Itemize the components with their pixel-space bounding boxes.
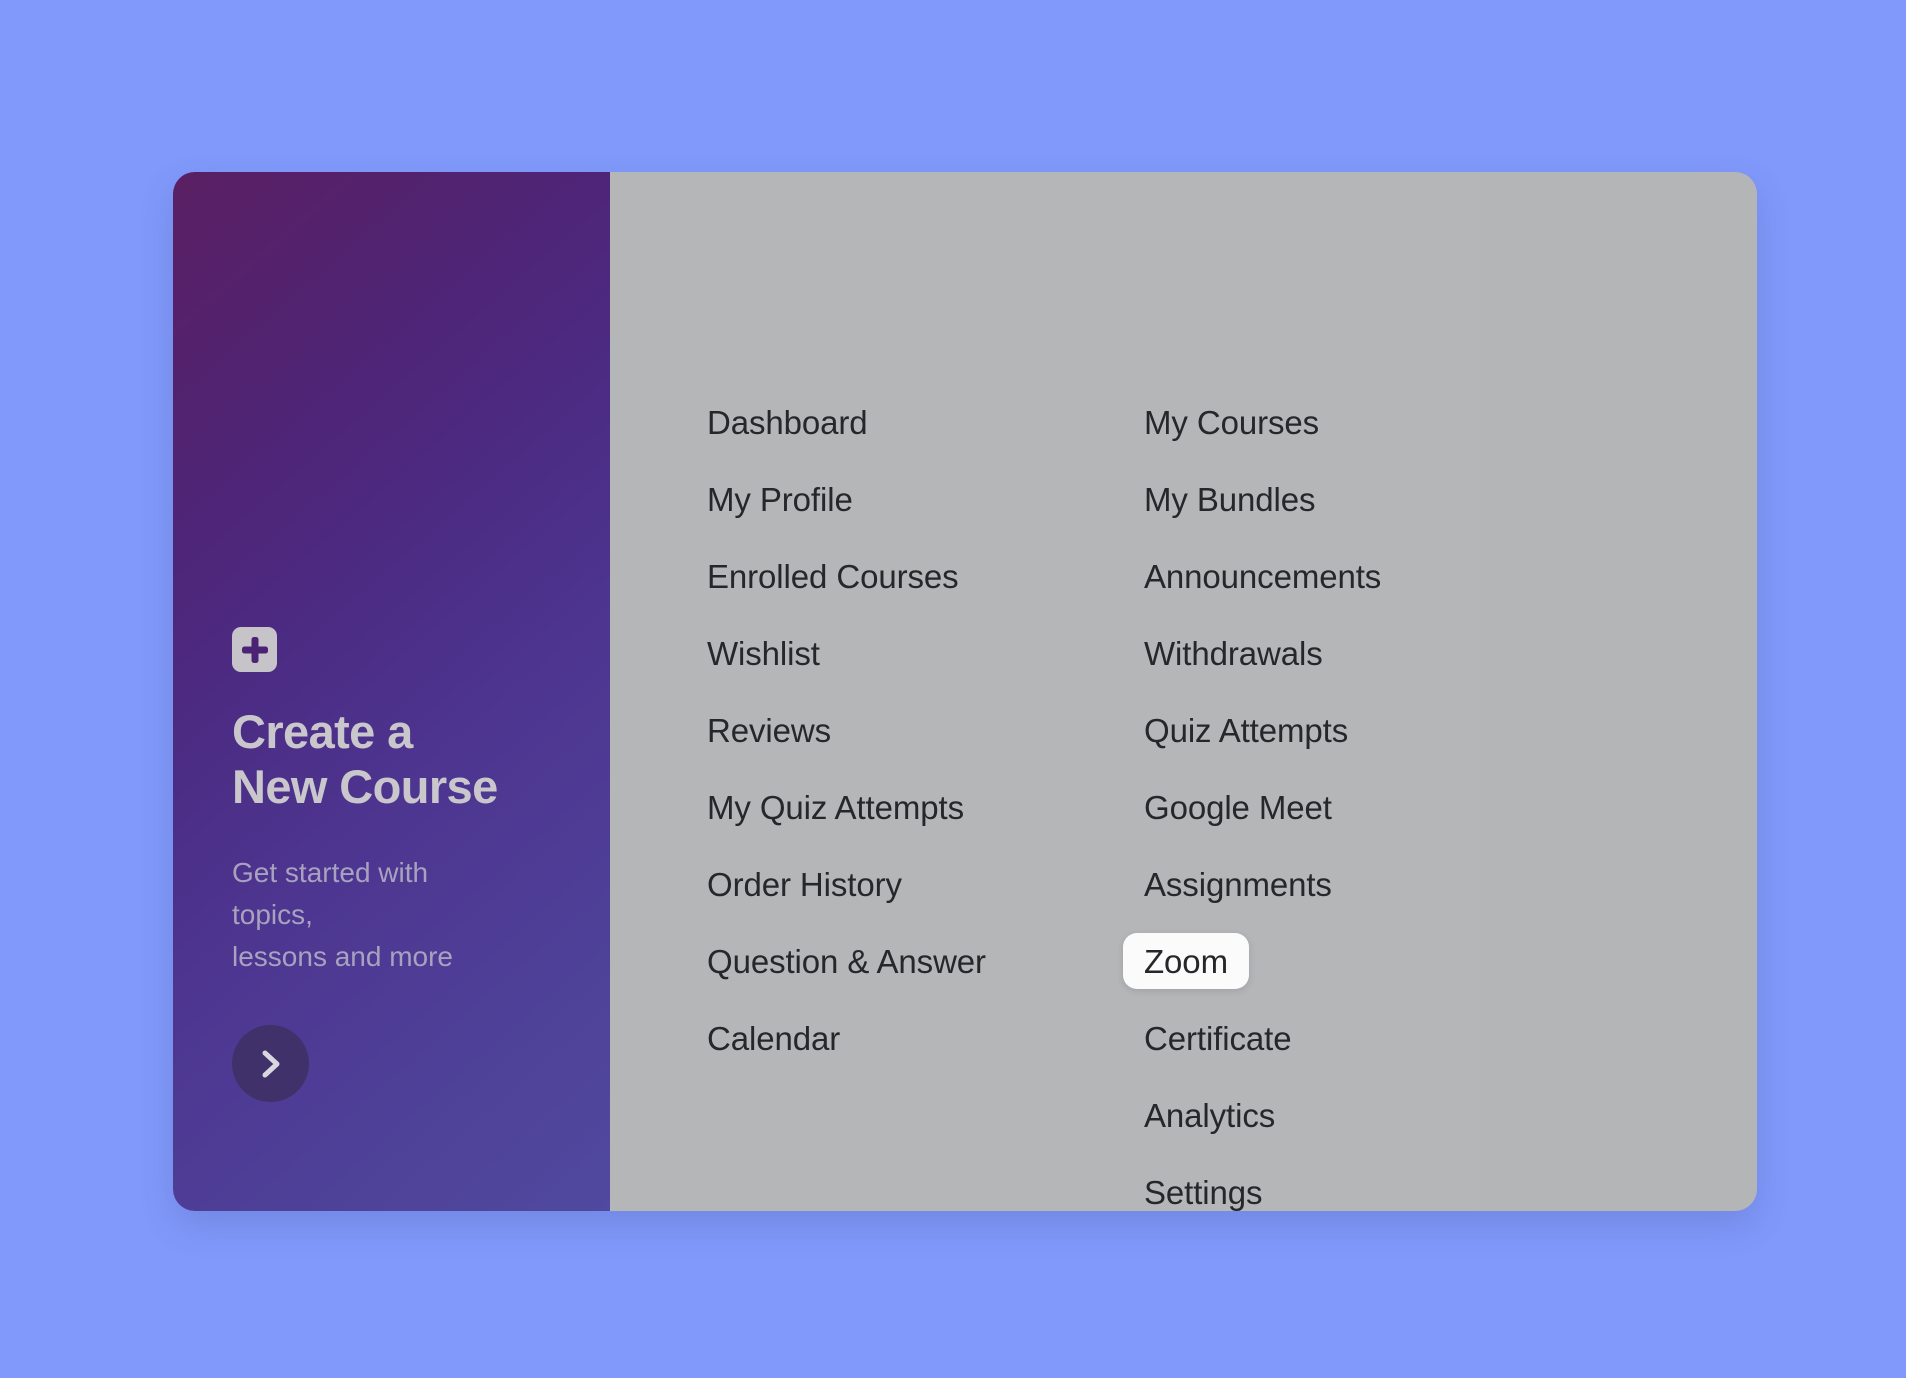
promo-subtitle: Get started with topics, lessons and mor… — [232, 857, 454, 972]
menu-item-my-courses[interactable]: My Courses — [1123, 394, 1340, 450]
menu-item-my-bundles[interactable]: My Bundles — [1123, 471, 1336, 527]
menu-item-my-profile[interactable]: My Profile — [686, 471, 874, 527]
menu-item-label: Quiz Attempts — [1144, 711, 1349, 749]
menu-item-label: Google Meet — [1144, 788, 1332, 826]
menu-item-analytics[interactable]: Analytics — [1123, 1087, 1296, 1143]
menu-item-label: Question & Answer — [707, 942, 986, 980]
chevron-right-icon — [258, 1049, 284, 1079]
menu-item-label: Assignments — [1144, 865, 1332, 903]
menu-item-label: Wishlist — [707, 634, 820, 672]
menu-item-withdrawals[interactable]: Withdrawals — [1123, 625, 1344, 681]
create-course-promo-panel: Create a New Course Get started with top… — [173, 172, 610, 1211]
menu-item-enrolled-courses[interactable]: Enrolled Courses — [686, 548, 980, 604]
menu-item-label: Analytics — [1144, 1096, 1276, 1134]
plus-icon — [232, 627, 277, 672]
menu-item-wishlist[interactable]: Wishlist — [686, 625, 841, 681]
menu-item-dashboard[interactable]: Dashboard — [686, 394, 889, 450]
menu-item-reviews[interactable]: Reviews — [686, 702, 852, 758]
menu-item-my-quiz-attempts[interactable]: My Quiz Attempts — [686, 779, 985, 835]
menu-item-announcements[interactable]: Announcements — [1123, 548, 1402, 604]
menu-item-settings[interactable]: Settings — [1123, 1164, 1283, 1211]
menu-item-label: Calendar — [707, 1019, 841, 1057]
menu-item-quiz-attempts[interactable]: Quiz Attempts — [1123, 702, 1369, 758]
menu-item-label: My Profile — [707, 480, 853, 518]
menu-item-label: Certificate — [1144, 1019, 1292, 1057]
menu-item-label: Zoom — [1144, 942, 1228, 980]
menu-item-label: My Courses — [1144, 403, 1320, 441]
promo-next-button[interactable] — [232, 1025, 309, 1102]
menu-item-label: Reviews — [707, 711, 832, 749]
menu-item-zoom[interactable]: Zoom — [1123, 933, 1249, 989]
menu-item-label: Dashboard — [707, 403, 868, 441]
menu-item-label: Order History — [707, 865, 902, 903]
menu-item-label: Settings — [1144, 1173, 1263, 1211]
menu-item-certificate[interactable]: Certificate — [1123, 1010, 1312, 1066]
menu-item-label: Enrolled Courses — [707, 557, 959, 595]
menu-item-label: My Bundles — [1144, 480, 1316, 518]
menu-item-assignments[interactable]: Assignments — [1123, 856, 1353, 912]
account-menu-card: Create a New Course Get started with top… — [173, 172, 1757, 1211]
menu-item-label: Withdrawals — [1144, 634, 1323, 672]
menu-item-label: My Quiz Attempts — [707, 788, 964, 826]
menu-panel: Dashboard My Profile Enrolled Courses Wishl… — [610, 172, 1757, 1211]
menu-item-order-history[interactable]: Order History — [686, 856, 923, 912]
menu-item-google-meet[interactable]: Google Meet — [1123, 779, 1353, 835]
menu-item-calendar[interactable]: Calendar — [686, 1010, 861, 1066]
menu-item-question-and-answer[interactable]: Question & Answer — [686, 933, 1007, 989]
promo-heading: Create a New Course — [232, 705, 498, 813]
menu-item-label: Announcements — [1144, 557, 1382, 595]
